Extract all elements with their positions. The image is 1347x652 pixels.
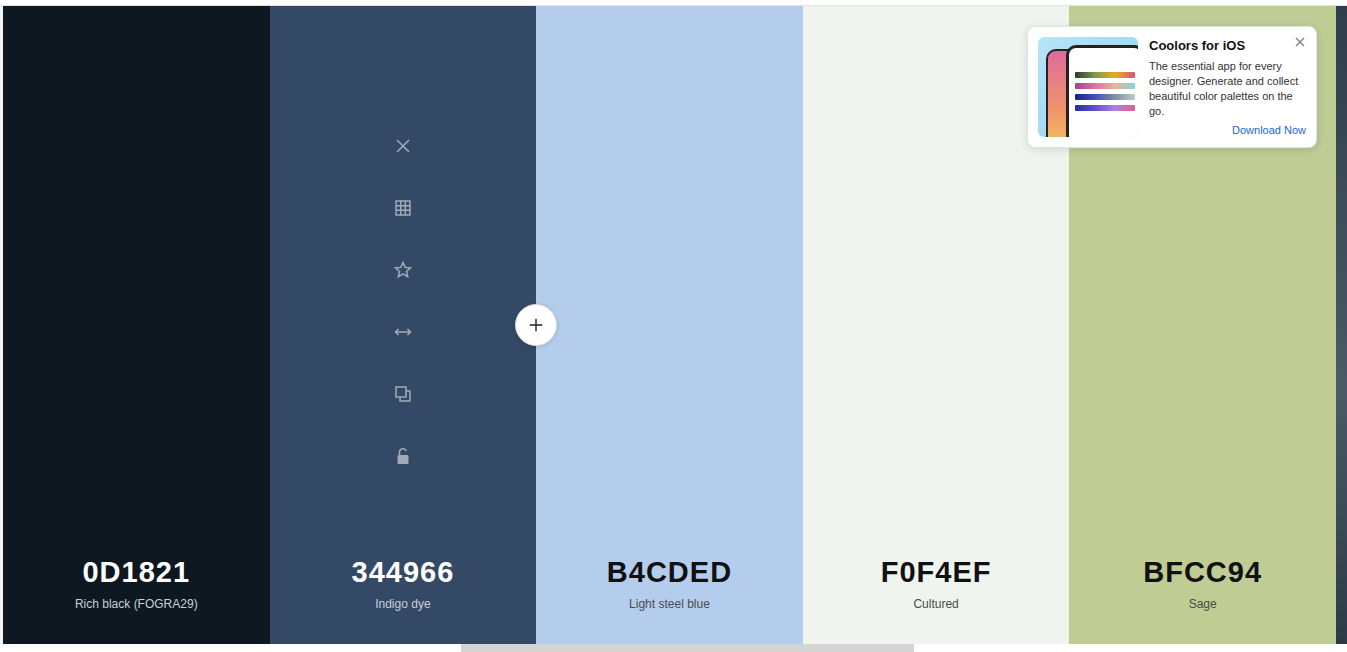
ad-popup: Coolors for iOS The essential app for ev… xyxy=(1027,26,1317,148)
color-name[interactable]: Cultured xyxy=(913,596,958,612)
color-column[interactable]: B4CDED Light steel blue xyxy=(536,6,803,644)
color-column[interactable]: 344966 Indigo dye xyxy=(270,6,537,644)
hex-code[interactable]: 0D1821 xyxy=(82,554,190,590)
palette: 0D1821 Rich black (FOGRA29) 344966 Indig… xyxy=(3,6,1336,644)
color-name[interactable]: Rich black (FOGRA29) xyxy=(75,596,198,612)
bottom-strip xyxy=(0,644,1347,652)
hex-code[interactable]: 344966 xyxy=(352,554,455,590)
color-labels: B4CDED Light steel blue xyxy=(607,554,732,644)
ad-body: The essential app for every designer. Ge… xyxy=(1149,59,1306,119)
color-labels: 344966 Indigo dye xyxy=(352,554,455,644)
plus-icon xyxy=(527,316,545,334)
color-labels: BFCC94 Sage xyxy=(1143,554,1262,644)
color-name[interactable]: Indigo dye xyxy=(375,596,430,612)
copy-icon[interactable] xyxy=(393,384,413,404)
drag-arrows-icon[interactable] xyxy=(393,322,413,342)
app-preview-image xyxy=(1038,37,1138,137)
desktop-edge xyxy=(1336,6,1347,644)
unlock-icon[interactable] xyxy=(393,446,413,466)
phone-front xyxy=(1066,45,1138,137)
screen: 0D1821 Rich black (FOGRA29) 344966 Indig… xyxy=(0,0,1347,652)
hex-code[interactable]: B4CDED xyxy=(607,554,732,590)
color-name[interactable]: Sage xyxy=(1189,596,1217,612)
color-labels: 0D1821 Rich black (FOGRA29) xyxy=(75,554,198,644)
shades-grid-icon[interactable] xyxy=(393,198,413,218)
color-column[interactable]: 0D1821 Rich black (FOGRA29) xyxy=(3,6,270,644)
remove-icon[interactable] xyxy=(393,136,413,156)
column-tools xyxy=(393,136,413,466)
color-labels: F0F4EF Cultured xyxy=(881,554,992,644)
hex-code[interactable]: BFCC94 xyxy=(1143,554,1262,590)
add-color-button[interactable] xyxy=(515,304,557,346)
ad-title: Coolors for iOS xyxy=(1149,38,1306,54)
close-icon[interactable] xyxy=(1294,36,1306,48)
download-link[interactable]: Download Now xyxy=(1149,123,1306,137)
star-icon[interactable] xyxy=(393,260,413,280)
color-name[interactable]: Light steel blue xyxy=(629,596,710,612)
scroll-area xyxy=(461,644,914,652)
hex-code[interactable]: F0F4EF xyxy=(881,554,992,590)
